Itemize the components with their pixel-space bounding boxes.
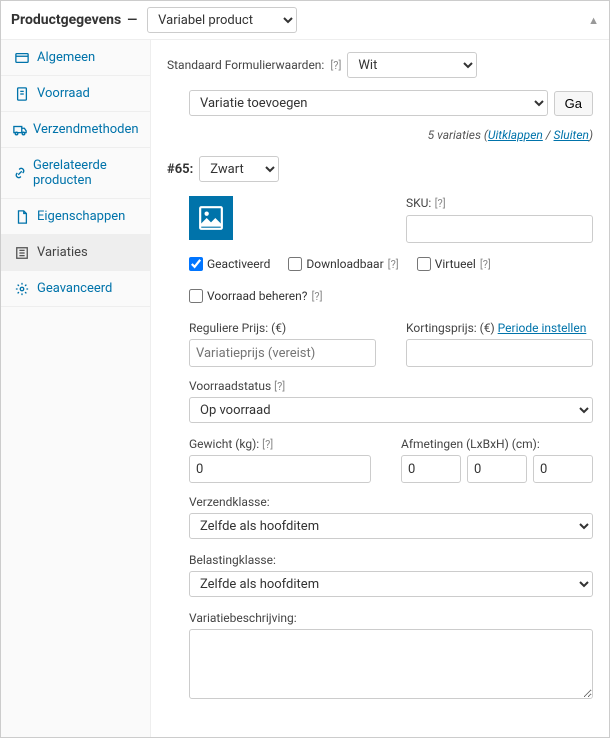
- default-form-row: Standaard Formulierwaarden: [?] Wit: [167, 52, 593, 78]
- sidebar-item-inventory[interactable]: Voorraad: [1, 76, 150, 112]
- product-data-panel: Productgegevens — Variabel product ▲ Alg…: [0, 0, 610, 738]
- variation-body: SKU: [?] Geactiveerd Downloadbaar [?] Vi…: [167, 196, 593, 703]
- sidebar-item-label: Verzendmethoden: [33, 122, 139, 137]
- tax-class-group: Belastingklasse: Zelfde als hoofditem: [189, 553, 593, 597]
- sidebar-item-label: Eigenschappen: [37, 209, 125, 224]
- link-icon: [13, 166, 27, 180]
- card-icon: [13, 51, 31, 65]
- default-form-label: Standaard Formulierwaarden:: [167, 58, 324, 72]
- product-type-select[interactable]: Variabel product: [147, 7, 297, 33]
- panel-title: Productgegevens: [11, 12, 121, 28]
- stock-status-group: Voorraadstatus [?] Op voorraad: [189, 379, 593, 423]
- default-form-select[interactable]: Wit: [347, 52, 477, 78]
- dimensions-inputs: [401, 455, 593, 483]
- weight-input[interactable]: [189, 455, 371, 483]
- shipping-class-label: Verzendklasse:: [189, 495, 593, 509]
- thumb-sku-row: SKU: [?]: [189, 196, 593, 243]
- shipping-class-group: Verzendklasse: Zelfde als hoofditem: [189, 495, 593, 539]
- collapse-link[interactable]: Sluiten: [554, 128, 589, 142]
- dim-width-input[interactable]: [467, 455, 527, 483]
- sidebar-item-shipping[interactable]: Verzendmethoden: [1, 112, 150, 148]
- sidebar-item-general[interactable]: Algemeen: [1, 40, 150, 76]
- sidebar-item-label: Gerelateerde producten: [33, 158, 138, 188]
- sidebar-item-variations[interactable]: Variaties: [1, 235, 150, 271]
- gear-icon: [13, 282, 31, 296]
- sale-price-label: Kortingsprijs: (€) Periode instellen: [406, 321, 593, 335]
- activated-checkbox[interactable]: Geactiveerd: [189, 257, 270, 271]
- manage-stock-checkbox[interactable]: Voorraad beheren? [?]: [189, 289, 323, 303]
- sidebar-item-attributes[interactable]: Eigenschappen: [1, 199, 150, 235]
- list-icon: [13, 246, 31, 260]
- price-row: Reguliere Prijs: (€) Kortingsprijs: (€) …: [189, 321, 593, 367]
- sku-label: SKU:: [406, 196, 431, 210]
- variation-id: #65:: [167, 162, 193, 177]
- variation-checkboxes: Geactiveerd Downloadbaar [?] Virtueel [?…: [189, 257, 593, 303]
- help-icon[interactable]: [?]: [388, 258, 399, 271]
- help-icon[interactable]: [?]: [480, 258, 491, 271]
- sidebar-item-label: Geavanceerd: [37, 281, 112, 296]
- virtual-checkbox[interactable]: Virtueel [?]: [417, 257, 491, 271]
- schedule-link[interactable]: Periode instellen: [498, 321, 587, 335]
- help-icon[interactable]: [?]: [311, 290, 322, 303]
- sidebar-item-linked[interactable]: Gerelateerde producten: [1, 148, 150, 199]
- dimensions-label: Afmetingen (LxBxH) (cm):: [401, 437, 593, 451]
- variation-header: #65: Zwart: [167, 156, 593, 182]
- note-icon: [13, 87, 31, 101]
- shipping-class-select[interactable]: Zelfde als hoofditem: [189, 513, 593, 539]
- sidebar-item-advanced[interactable]: Geavanceerd: [1, 271, 150, 307]
- tax-class-label: Belastingklasse:: [189, 553, 593, 567]
- weight-label: Gewicht (kg):: [189, 437, 259, 451]
- downloadable-checkbox[interactable]: Downloadbaar [?]: [288, 257, 398, 271]
- sidebar-item-label: Voorraad: [37, 86, 90, 101]
- stock-status-label: Voorraadstatus: [189, 379, 271, 393]
- panel-header: Productgegevens — Variabel product ▲: [1, 1, 609, 40]
- dim-height-input[interactable]: [533, 455, 593, 483]
- sale-price-input[interactable]: [406, 339, 593, 367]
- description-label: Variatiebeschrijving:: [189, 611, 593, 625]
- weight-dims-row: Gewicht (kg): [?] Afmetingen (LxBxH) (cm…: [189, 437, 593, 483]
- expand-link[interactable]: Uitklappen: [488, 128, 543, 142]
- sidebar-item-label: Variaties: [37, 245, 88, 260]
- add-variation-select[interactable]: Variatie toevoegen: [189, 90, 548, 116]
- variation-attribute-select[interactable]: Zwart: [199, 156, 279, 182]
- variation-count: 5 variaties: [428, 128, 481, 142]
- tax-class-select[interactable]: Zelfde als hoofditem: [189, 571, 593, 597]
- panel-body: Algemeen Voorraad Verzendmethoden Gerela…: [1, 40, 609, 737]
- document-icon: [13, 210, 31, 224]
- sku-input[interactable]: [406, 215, 593, 243]
- main-content: Standaard Formulierwaarden: [?] Wit Vari…: [151, 40, 609, 737]
- sidebar: Algemeen Voorraad Verzendmethoden Gerela…: [1, 40, 151, 737]
- variation-image-upload[interactable]: [189, 196, 233, 240]
- add-variation-row: Variatie toevoegen Ga: [167, 90, 593, 116]
- regular-price-label: Reguliere Prijs: (€): [189, 321, 376, 335]
- dash: —: [127, 13, 137, 28]
- regular-price-input[interactable]: [189, 339, 376, 367]
- stock-status-select[interactable]: Op voorraad: [189, 397, 593, 423]
- description-group: Variatiebeschrijving:: [189, 611, 593, 703]
- sidebar-item-label: Algemeen: [37, 50, 95, 65]
- help-icon[interactable]: [?]: [262, 438, 273, 451]
- variations-summary: 5 variaties (Uitklappen / Sluiten): [167, 128, 593, 142]
- truck-icon: [13, 123, 27, 137]
- dim-length-input[interactable]: [401, 455, 461, 483]
- go-button[interactable]: Ga: [554, 91, 593, 116]
- help-icon[interactable]: [?]: [330, 59, 341, 72]
- help-icon[interactable]: [?]: [274, 380, 285, 393]
- panel-collapse-toggle[interactable]: ▲: [588, 14, 599, 27]
- help-icon[interactable]: [?]: [435, 197, 446, 210]
- description-textarea[interactable]: [189, 629, 593, 699]
